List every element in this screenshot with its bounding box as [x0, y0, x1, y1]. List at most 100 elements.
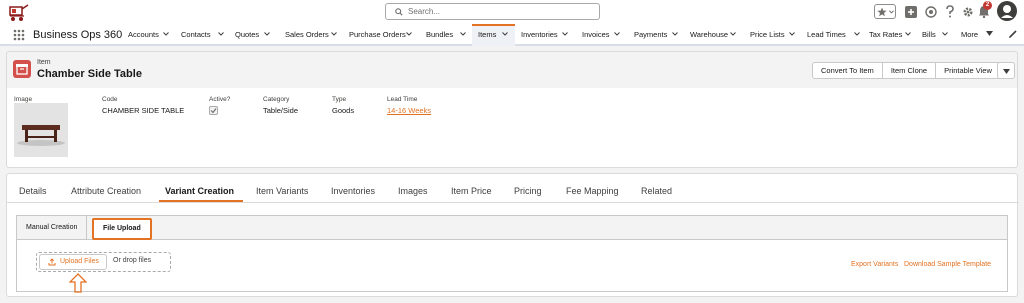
nav-item-label: Accounts — [128, 30, 159, 39]
nav-item-contacts[interactable]: Contacts — [181, 24, 233, 46]
record-tabs-card: Details Attribute Creation Variant Creat… — [6, 173, 1019, 297]
chevron-down-icon[interactable] — [218, 32, 224, 36]
app-name: Business Ops 360 — [33, 29, 123, 41]
nav-item-bundles[interactable]: Bundles — [426, 24, 468, 46]
nav-item-payments[interactable]: Payments — [634, 24, 679, 46]
image-label: Image — [14, 96, 33, 103]
active-label: Active? — [209, 96, 231, 103]
guidance-center-icon[interactable] — [925, 6, 937, 18]
setup-gear-icon[interactable] — [962, 6, 974, 18]
nav-item-label: Price Lists — [750, 30, 785, 39]
nav-item-label: More — [961, 30, 979, 39]
nav-item-label: Invoices — [582, 30, 610, 39]
nav-item-invoices[interactable]: Invoices — [582, 24, 624, 46]
logo-icon[interactable] — [8, 3, 30, 23]
item-image[interactable] — [14, 103, 68, 157]
printable-view-button[interactable]: Printable View — [935, 62, 1001, 79]
record-object-type: Item — [37, 59, 51, 66]
subtab-manual-creation[interactable]: Manual Creation — [17, 216, 88, 239]
nav-item-inventories[interactable]: Inventories — [521, 24, 571, 46]
record-tabs: Details Attribute Creation Variant Creat… — [7, 174, 1019, 203]
chevron-down-icon[interactable] — [460, 32, 466, 36]
global-header: Search... 2 — [0, 0, 1024, 24]
upload-files-label: Upload Files — [60, 258, 99, 265]
favorites-star-icon — [877, 7, 887, 17]
category-field: Category Table/Side — [263, 96, 298, 115]
convert-to-item-button[interactable]: Convert To Item — [812, 62, 883, 79]
tab-images[interactable]: Images — [398, 186, 428, 196]
nav-item-sales-orders[interactable]: Sales Orders — [285, 24, 341, 46]
type-field: Type Goods — [332, 96, 354, 115]
chevron-down-icon[interactable] — [942, 32, 948, 36]
active-checkbox — [209, 106, 218, 115]
nav-item-warehouse[interactable]: Warehouse — [690, 24, 740, 46]
app-launcher-icon[interactable] — [13, 29, 25, 41]
file-drop-zone[interactable]: Upload Files Or drop files — [36, 252, 171, 272]
nav-item-label: Bundles — [426, 30, 454, 39]
nav-item-label: Quotes — [235, 30, 260, 39]
search-placeholder: Search... — [408, 7, 441, 16]
nav-item-tax-rates[interactable]: Tax Rates — [869, 24, 913, 46]
tab-pricing[interactable]: Pricing — [514, 186, 542, 196]
notification-count-badge: 2 — [983, 1, 992, 10]
chevron-down-icon — [1003, 69, 1010, 74]
lead-time-link[interactable]: 14-16 Weeks — [387, 106, 431, 115]
nav-item-lead-times[interactable]: Lead Times — [807, 24, 862, 46]
chevron-down-icon[interactable] — [406, 32, 412, 36]
nav-item-label: Inventories — [521, 30, 558, 39]
chevron-down-icon[interactable] — [331, 32, 337, 36]
nav-item-label: Contacts — [181, 30, 211, 39]
chevron-down-icon[interactable] — [502, 32, 508, 36]
record-actions-menu-button[interactable] — [997, 62, 1015, 79]
chevron-down-icon[interactable] — [264, 32, 270, 36]
nav-item-purchase-orders[interactable]: Purchase Orders — [349, 24, 419, 46]
chevron-down-icon[interactable] — [854, 32, 860, 36]
nav-item-label: Payments — [634, 30, 668, 39]
help-icon[interactable] — [945, 5, 955, 18]
item-clone-button[interactable]: Item Clone — [881, 62, 937, 79]
nav-item-label: Warehouse — [690, 30, 729, 39]
record-header: Item Chamber Side Table Convert To Item … — [6, 51, 1018, 89]
category-value: Table/Side — [263, 106, 299, 115]
subtab-file-upload[interactable]: File Upload — [92, 218, 152, 240]
more-caret-icon[interactable] — [986, 31, 993, 36]
nav-item-more[interactable]: More — [961, 24, 983, 46]
tab-attribute-creation[interactable]: Attribute Creation — [71, 186, 141, 196]
item-icon — [13, 60, 31, 78]
nav-item-price-lists[interactable]: Price Lists — [750, 24, 798, 46]
app-navigation-bar: Business Ops 360 Accounts Contacts Quote… — [0, 24, 1024, 46]
nav-item-items[interactable]: Items — [472, 24, 515, 46]
lead-time-field: Lead Time 14-16 Weeks — [387, 96, 431, 115]
add-icon[interactable] — [905, 6, 917, 18]
chevron-down-icon[interactable] — [614, 32, 620, 36]
chevron-down-icon[interactable] — [672, 32, 678, 36]
chevron-down-icon[interactable] — [163, 32, 169, 36]
nav-item-quotes[interactable]: Quotes — [235, 24, 279, 46]
tab-item-variants[interactable]: Item Variants — [256, 186, 308, 196]
upload-files-button[interactable]: Upload Files — [39, 254, 107, 270]
tab-item-price[interactable]: Item Price — [451, 186, 492, 196]
nav-item-accounts[interactable]: Accounts — [128, 24, 178, 46]
nav-item-label: Sales Orders — [285, 30, 329, 39]
tab-fee-mapping[interactable]: Fee Mapping — [566, 186, 619, 196]
download-sample-template-link[interactable]: Download Sample Template — [904, 261, 991, 268]
favorites-button[interactable] — [874, 4, 896, 19]
nav-item-label: Purchase Orders — [349, 30, 406, 39]
user-avatar[interactable] — [997, 1, 1017, 21]
type-value: Goods — [332, 106, 355, 115]
chevron-down-icon[interactable] — [730, 32, 736, 36]
nav-item-bills[interactable]: Bills — [922, 24, 954, 46]
global-search-input[interactable]: Search... — [385, 3, 600, 20]
tab-inventories[interactable]: Inventories — [331, 186, 375, 196]
chevron-down-icon[interactable] — [905, 32, 911, 36]
tab-variant-creation[interactable]: Variant Creation — [165, 186, 234, 196]
pencil-icon[interactable] — [1008, 29, 1018, 39]
lead-time-label: Lead Time — [387, 96, 418, 103]
export-variants-link[interactable]: Export Variants — [851, 261, 898, 268]
tab-details[interactable]: Details — [19, 186, 47, 196]
record-highlights-panel: Image Code CHAMBER SIDE TABLE Active? Ca… — [6, 88, 1018, 168]
type-label: Type — [332, 96, 347, 103]
chevron-down-icon[interactable] — [789, 32, 795, 36]
chevron-down-icon[interactable] — [562, 32, 568, 36]
tab-related[interactable]: Related — [641, 186, 672, 196]
